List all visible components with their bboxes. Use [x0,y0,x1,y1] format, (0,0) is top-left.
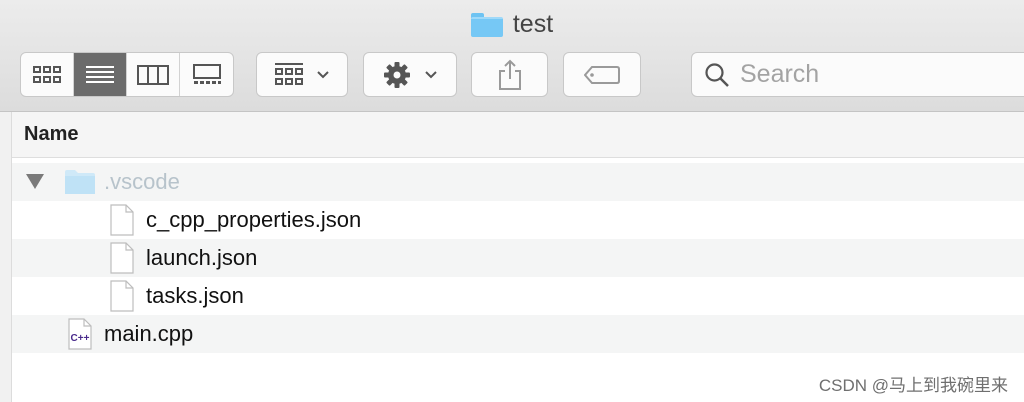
list-item[interactable]: .vscode [12,163,1024,201]
columns-icon [137,64,169,85]
share-icon [498,59,521,90]
window-title: test [0,10,1024,39]
name-column-header[interactable]: Name [12,112,1024,158]
document-icon [110,242,134,280]
search-icon [705,62,729,87]
view-mode-control [20,52,234,97]
icon-view-button[interactable] [21,53,74,96]
tag-button[interactable] [563,52,641,97]
group-by-button[interactable] [256,52,348,97]
file-name: c_cpp_properties.json [146,207,362,232]
list-item[interactable]: launch.json [12,239,1024,277]
watermark: CSDN @马上到我碗里来 [818,376,1008,395]
file-name: .vscode [104,169,180,194]
grid-icon [33,65,61,83]
list-item[interactable]: C++ main.cpp [12,315,1024,353]
gear-icon [384,61,410,88]
svg-text:C++: C++ [71,333,90,344]
group-by-icon [275,62,303,85]
action-button[interactable] [363,52,457,97]
disclosure-triangle-icon[interactable] [26,174,44,189]
folder-icon [64,169,96,201]
chevron-down-icon [425,70,437,78]
list-icon [86,65,114,83]
file-name: main.cpp [104,321,194,346]
share-button[interactable] [471,52,548,97]
list-item[interactable]: tasks.json [12,277,1024,315]
search-field[interactable] [691,52,1024,97]
file-name: launch.json [146,245,258,270]
sidebar-edge [0,112,12,402]
gallery-view-button[interactable] [180,53,233,96]
document-icon [110,280,134,318]
list-item[interactable]: c_cpp_properties.json [12,201,1024,239]
file-name: tasks.json [146,283,244,308]
gallery-icon [192,63,221,84]
name-header-label: Name [24,123,79,145]
folder-icon [470,12,503,37]
document-icon [110,204,134,242]
tag-icon [584,65,620,84]
search-input[interactable] [740,60,1000,89]
list-view-button[interactable] [74,53,127,96]
window-title-text: test [512,10,554,38]
window-toolbar: test [0,0,1024,112]
file-list: .vscode c_cpp_properties.json launch.jso… [12,163,1024,391]
column-view-button[interactable] [127,53,180,96]
chevron-down-icon [317,70,329,78]
cpp-file-icon: C++ [68,318,92,356]
